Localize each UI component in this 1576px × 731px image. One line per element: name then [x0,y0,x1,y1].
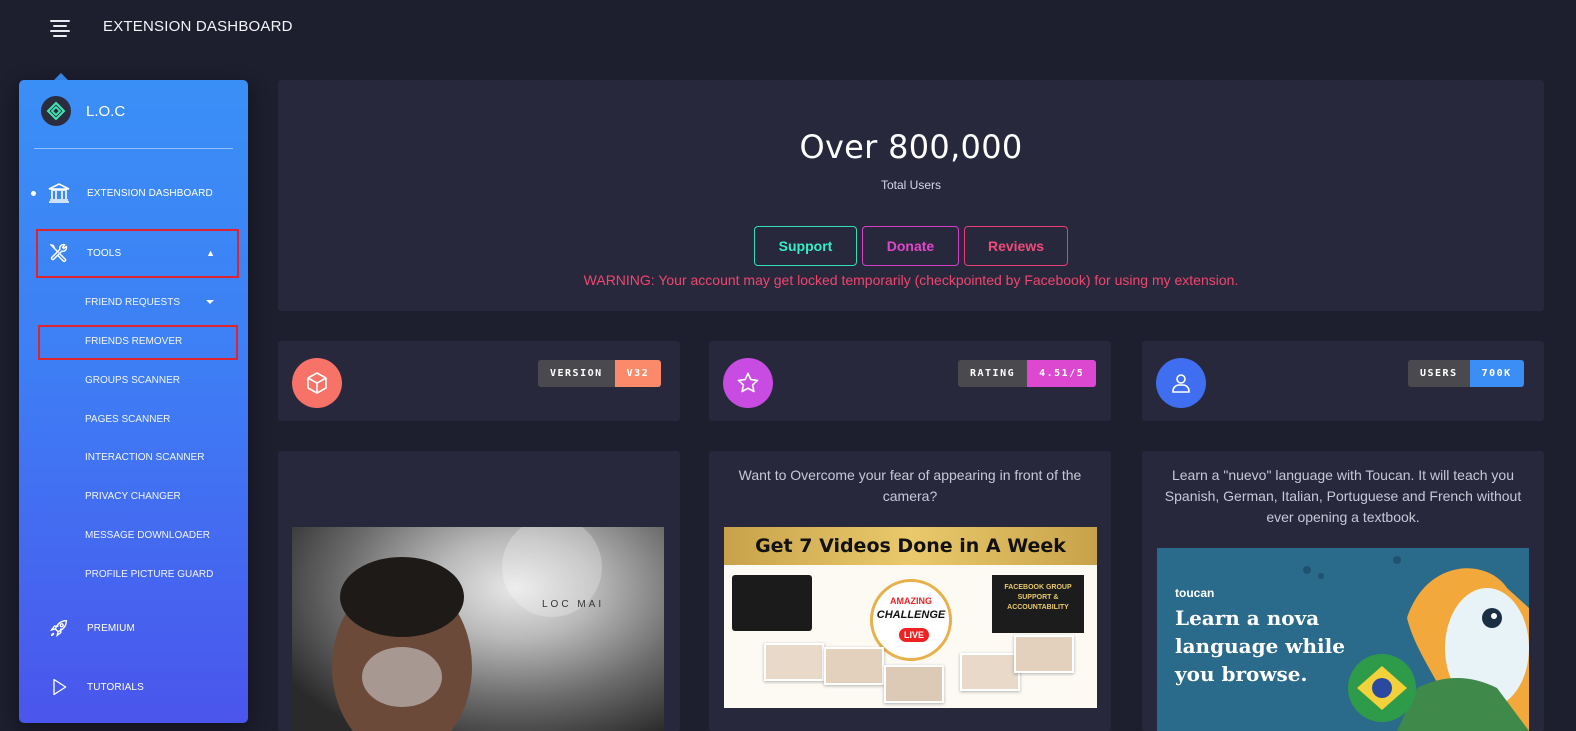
submenu-item-label: PROFILE PICTURE GUARD [85,568,214,580]
submenu-item-label: GROUPS SCANNER [85,374,181,386]
brand[interactable]: L.O.C [41,95,125,127]
toucan-brand: toucan [1175,586,1215,600]
tools-icon [47,241,71,265]
challenge-line2: CHALLENGE [876,609,946,621]
challenge-line1: AMAZING [890,596,932,606]
total-users-count: Over 800,000 [799,128,1023,166]
hero-panel: Over 800,000 Total Users Support Donate … [278,80,1544,311]
stat-card-rating: RATING 4.51/5 [709,341,1111,421]
star-icon [723,358,773,408]
facebook-group-box: FACEBOOK GROUP SUPPORT & ACCOUNTABILITY [992,575,1084,633]
watermark-text: LOC MAI [542,599,605,610]
submenu-item-label: MESSAGE DOWNLOADER [85,529,211,541]
submenu-item-label: INTERACTION SCANNER [85,451,205,463]
warning-message: WARNING: Your account may get locked tem… [583,272,1239,288]
brand-logo-icon [41,96,71,126]
top-bar: EXTENSION DASHBOARD [0,0,1576,60]
sidebar-item-tutorials[interactable]: TUTORIALS [19,665,248,709]
sidebar-item-premium[interactable]: PREMIUM [19,606,248,650]
submenu-item-label: FRIENDS REMOVER [85,335,183,347]
donate-button[interactable]: Donate [862,226,959,266]
video-thumb [824,647,884,685]
submenu-item-label: FRIEND REQUESTS [85,296,181,308]
reviews-button[interactable]: Reviews [964,226,1068,266]
badge-value: V32 [614,360,662,387]
submenu-item-interaction-scanner[interactable]: INTERACTION SCANNER [19,442,248,472]
video-thumb [960,653,1020,691]
support-button[interactable]: Support [754,226,857,266]
submenu-item-message-downloader[interactable]: MESSAGE DOWNLOADER [19,520,248,550]
sidebar-item-label: TUTORIALS [87,681,144,693]
live-badge: LIVE [899,628,929,642]
badge-label: RATING [958,360,1028,387]
profile-photo[interactable]: LOC MAI [292,527,664,731]
promo-text: Want to Overcome your fear of appearing … [738,467,1082,504]
promo-image-video-challenge[interactable]: Get 7 Videos Done in A Week AMAZING CHAL… [724,527,1097,708]
video-thumb [764,643,824,681]
submenu-item-profile-picture-guard[interactable]: PROFILE PICTURE GUARD [19,559,248,589]
video-thumb [1014,635,1074,673]
bank-icon [47,181,71,205]
page-title: EXTENSION DASHBOARD [103,18,293,35]
play-icon [47,675,71,699]
promo-card-camera: Want to Overcome your fear of appearing … [709,451,1111,731]
chevron-up-icon: ▲ [206,248,215,258]
headline-line: you browse. [1175,662,1308,686]
sidebar-item-label: EXTENSION DASHBOARD [87,187,213,199]
sidebar-item-label: PREMIUM [87,622,135,634]
sidebar-item-extension-dashboard[interactable]: EXTENSION DASHBOARD [19,171,248,215]
badge-label: VERSION [538,360,615,387]
banner-text: Get 7 Videos Done in A Week [724,527,1097,565]
box-icon [292,358,342,408]
sidebar-item-tools[interactable]: TOOLS ▲ [19,231,248,275]
brand-name: L.O.C [86,102,126,120]
badge-value: 4.51/5 [1027,360,1097,387]
submenu-item-friend-requests[interactable]: FRIEND REQUESTS [19,287,248,317]
submenu-item-label: PRIVACY CHANGER [85,490,181,502]
sidebar-pointer [54,73,68,80]
sidebar: L.O.C EXTENSION DASHBOARD TOOLS ▲ FRIEND… [19,80,248,723]
badge-label: USERS [1408,360,1470,387]
active-indicator [31,190,36,196]
rating-badge: RATING 4.51/5 [958,360,1097,387]
divider [34,148,233,149]
promo-card-profile: LOC MAI [278,451,680,731]
headline-line: language while [1175,634,1345,658]
total-users-label: Total Users [880,178,942,192]
submenu-item-label: PAGES SCANNER [85,413,171,425]
toucan-headline: Learn a nova language while you browse. [1175,604,1345,688]
menu-toggle-icon[interactable] [47,16,73,40]
promo-card-toucan: Learn a "nuevo" language with Toucan. It… [1142,451,1544,731]
version-badge: VERSION V32 [538,360,662,387]
stat-card-version: VERSION V32 [278,341,680,421]
video-thumb [884,665,944,703]
users-badge: USERS 700K [1408,360,1524,387]
headline-line: Learn a nova [1175,606,1320,630]
promo-image-toucan[interactable]: toucan Learn a nova language while you b… [1157,548,1529,731]
submenu-item-pages-scanner[interactable]: PAGES SCANNER [19,404,248,434]
submenu-item-privacy-changer[interactable]: PRIVACY CHANGER [19,481,248,511]
rocket-icon [47,616,71,640]
laptop-image [732,575,812,631]
submenu-item-groups-scanner[interactable]: GROUPS SCANNER [19,365,248,395]
promo-text: Learn a "nuevo" language with Toucan. It… [1164,467,1522,525]
caret-down-icon [206,300,214,304]
badge-value: 700K [1469,360,1524,387]
stat-card-users: USERS 700K [1142,341,1544,421]
sidebar-item-label: TOOLS [87,247,122,259]
user-icon [1156,358,1206,408]
submenu-item-friends-remover[interactable]: FRIENDS REMOVER [19,326,248,356]
